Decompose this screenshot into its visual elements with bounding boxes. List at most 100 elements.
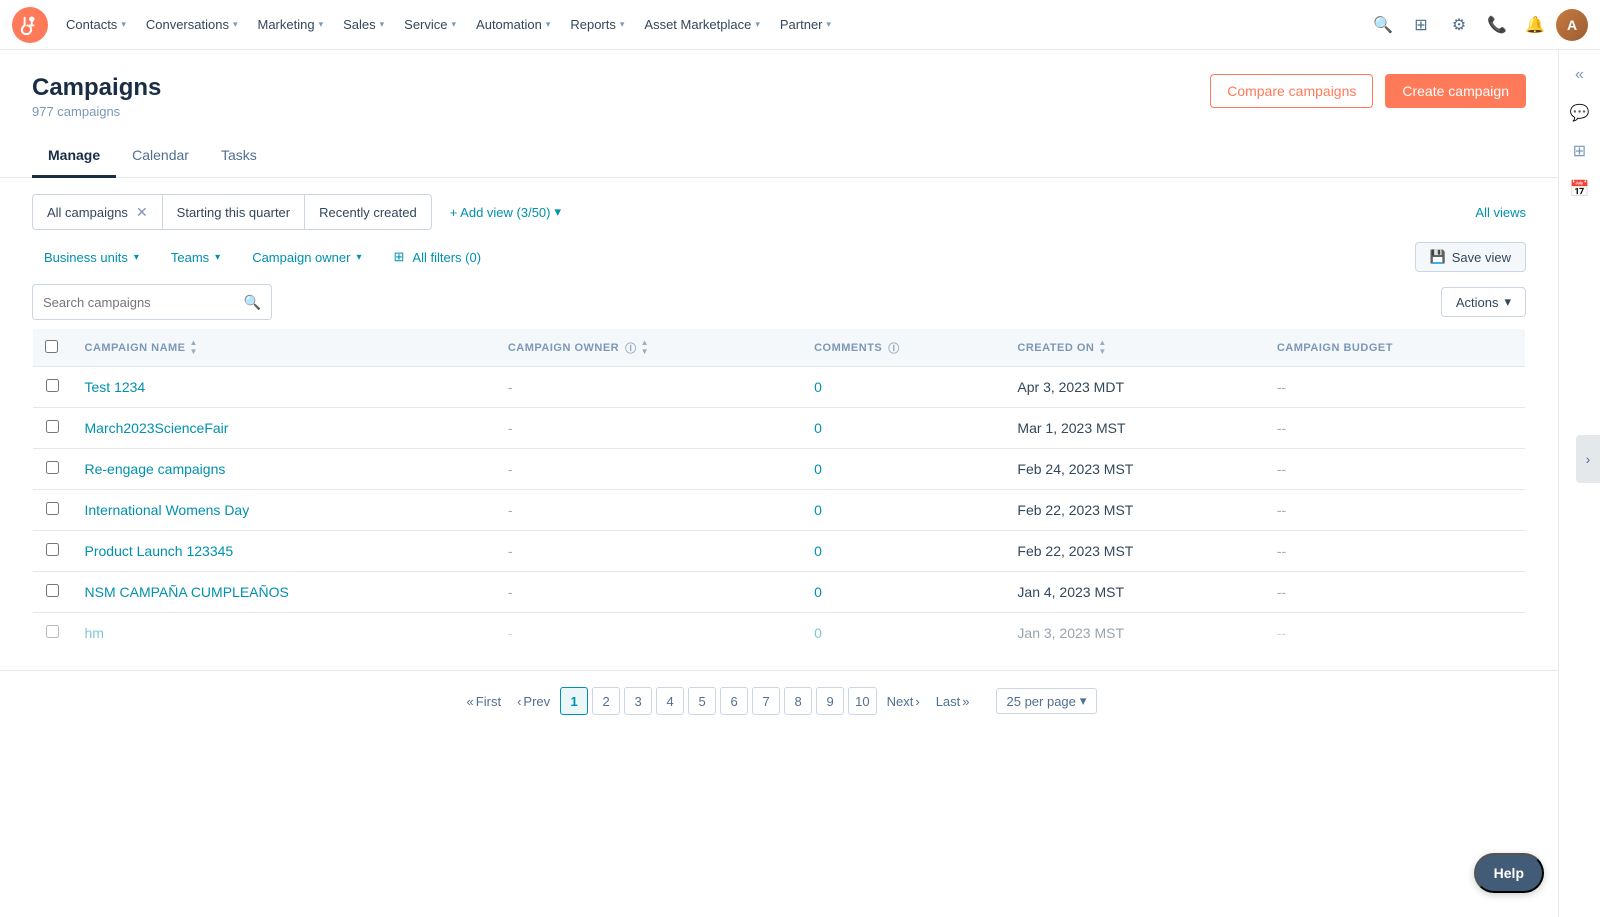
created-on-cell: Mar 1, 2023 MST — [1005, 408, 1264, 449]
campaigns-table: Campaign Name ▲ ▼ Campaign Owner ⓘ — [32, 328, 1526, 654]
teams-filter[interactable]: Teams ▾ — [159, 244, 232, 271]
last-page-button[interactable]: Last » — [930, 687, 976, 715]
created-on-cell: Apr 3, 2023 MDT — [1005, 367, 1264, 408]
campaign-name-link[interactable]: Re-engage campaigns — [85, 461, 226, 477]
comments-link[interactable]: 0 — [814, 543, 822, 559]
compare-campaigns-button[interactable]: Compare campaigns — [1210, 74, 1373, 108]
table-area: 🔍 Actions ▾ Campaign Name — [0, 284, 1558, 670]
row-checkbox[interactable] — [46, 584, 59, 597]
next-page-button[interactable]: Next › — [881, 687, 926, 715]
comments-link[interactable]: 0 — [814, 625, 822, 641]
campaign-owner-cell: - — [496, 408, 802, 449]
nav-contacts[interactable]: Contacts ▾ — [56, 0, 136, 50]
page-button-8[interactable]: 8 — [784, 687, 812, 715]
campaign-name-link[interactable]: March2023ScienceFair — [85, 420, 229, 436]
comments-link[interactable]: 0 — [814, 584, 822, 600]
comments-link[interactable]: 0 — [814, 461, 822, 477]
comments-link[interactable]: 0 — [814, 379, 822, 395]
nav-conversations[interactable]: Conversations ▾ — [136, 0, 248, 50]
chevron-down-icon: ▾ — [121, 19, 126, 30]
tab-manage[interactable]: Manage — [32, 135, 116, 178]
campaign-name-link[interactable]: Test 1234 — [85, 379, 146, 395]
page-button-2[interactable]: 2 — [592, 687, 620, 715]
nav-right: 🔍 ⊞ ⚙ 📞 🔔 A — [1366, 8, 1588, 42]
all-views-button[interactable]: All views — [1475, 205, 1526, 220]
row-checkbox-cell — [33, 449, 73, 490]
campaign-owner-filter[interactable]: Campaign owner ▾ — [240, 244, 373, 271]
filter-pill-starting-quarter[interactable]: Starting this quarter — [162, 194, 304, 230]
calendar-small-icon[interactable]: 📅 — [1563, 172, 1597, 206]
first-page-button[interactable]: « First — [461, 687, 508, 715]
sort-icon[interactable]: ▲ ▼ — [641, 339, 649, 356]
search-icon[interactable]: 🔍 — [244, 294, 261, 311]
row-checkbox[interactable] — [46, 543, 59, 556]
sort-icon[interactable]: ▲ ▼ — [190, 339, 198, 356]
row-checkbox[interactable] — [46, 420, 59, 433]
comments-link[interactable]: 0 — [814, 502, 822, 518]
budget-cell: -- — [1265, 449, 1526, 490]
per-page-button[interactable]: 25 per page ▾ — [996, 688, 1098, 714]
nav-service[interactable]: Service ▾ — [394, 0, 466, 50]
campaign-name-link[interactable]: NSM CAMPAÑA CUMPLEAÑOS — [85, 584, 289, 600]
row-checkbox[interactable] — [46, 502, 59, 515]
filter-pill-all-campaigns[interactable]: All campaigns ✕ — [32, 194, 162, 230]
row-checkbox-cell — [33, 367, 73, 408]
page-button-3[interactable]: 3 — [624, 687, 652, 715]
filter-row2: Business units ▾ Teams ▾ Campaign owner … — [0, 230, 1558, 284]
header-campaign-budget: Campaign Budget — [1265, 329, 1526, 367]
tab-tasks[interactable]: Tasks — [205, 135, 273, 178]
grid-icon[interactable]: ⊞ — [1563, 134, 1597, 168]
add-view-button[interactable]: + Add view (3/50) ▾ — [436, 194, 575, 230]
user-avatar[interactable]: A — [1556, 9, 1588, 41]
close-icon[interactable]: ✕ — [136, 204, 148, 221]
hubspot-logo[interactable] — [12, 7, 48, 43]
campaign-name-link[interactable]: hm — [85, 625, 104, 641]
page-button-4[interactable]: 4 — [656, 687, 684, 715]
created-on-cell: Feb 22, 2023 MST — [1005, 531, 1264, 572]
save-view-button[interactable]: 💾 Save view — [1415, 242, 1526, 272]
settings-icon[interactable]: ⚙ — [1442, 8, 1476, 42]
tab-calendar[interactable]: Calendar — [116, 135, 205, 178]
nav-partner[interactable]: Partner ▾ — [770, 0, 841, 50]
campaign-name-link[interactable]: International Womens Day — [85, 502, 250, 518]
chevron-down-icon: ▾ — [827, 19, 832, 30]
help-button[interactable]: Help — [1474, 853, 1544, 893]
page-button-9[interactable]: 9 — [816, 687, 844, 715]
comments-link[interactable]: 0 — [814, 420, 822, 436]
row-checkbox[interactable] — [46, 379, 59, 392]
filter-pill-recently-created[interactable]: Recently created — [304, 194, 432, 230]
create-campaign-button[interactable]: Create campaign — [1385, 74, 1526, 108]
campaign-name-link[interactable]: Product Launch 123345 — [85, 543, 234, 559]
chat-icon[interactable]: 💬 — [1563, 96, 1597, 130]
collapse-panel-icon[interactable]: « — [1563, 58, 1597, 92]
prev-page-button[interactable]: ‹ Prev — [511, 687, 556, 715]
nav-automation[interactable]: Automation ▾ — [466, 0, 560, 50]
row-checkbox[interactable] — [46, 461, 59, 474]
nav-sales[interactable]: Sales ▾ — [333, 0, 394, 50]
nav-reports[interactable]: Reports ▾ — [560, 0, 634, 50]
page-button-1[interactable]: 1 — [560, 687, 588, 715]
phone-icon[interactable]: 📞 — [1480, 8, 1514, 42]
select-all-checkbox[interactable] — [45, 340, 58, 353]
page-button-7[interactable]: 7 — [752, 687, 780, 715]
notifications-icon[interactable]: 🔔 — [1518, 8, 1552, 42]
filter-bar: All campaigns ✕ Starting this quarter Re… — [0, 178, 1558, 230]
search-input[interactable] — [43, 295, 236, 310]
apps-icon[interactable]: ⊞ — [1404, 8, 1438, 42]
search-icon[interactable]: 🔍 — [1366, 8, 1400, 42]
business-units-filter[interactable]: Business units ▾ — [32, 244, 151, 271]
page-button-10[interactable]: 10 — [848, 687, 876, 715]
table-row: NSM CAMPAÑA CUMPLEAÑOS - 0 Jan 4, 2023 M… — [33, 572, 1526, 613]
top-nav: Contacts ▾ Conversations ▾ Marketing ▾ S… — [0, 0, 1600, 50]
info-icon[interactable]: ⓘ — [888, 340, 900, 356]
row-checkbox[interactable] — [46, 625, 59, 638]
nav-asset-marketplace[interactable]: Asset Marketplace ▾ — [634, 0, 769, 50]
page-button-6[interactable]: 6 — [720, 687, 748, 715]
nav-marketing[interactable]: Marketing ▾ — [247, 0, 333, 50]
info-icon[interactable]: ⓘ — [625, 340, 637, 356]
page-button-5[interactable]: 5 — [688, 687, 716, 715]
all-filters-button[interactable]: ⊞ All filters (0) — [382, 243, 494, 271]
sort-icon[interactable]: ▲ ▼ — [1098, 339, 1106, 356]
actions-button[interactable]: Actions ▾ — [1441, 287, 1526, 317]
scroll-right-button[interactable]: › — [1576, 435, 1600, 483]
